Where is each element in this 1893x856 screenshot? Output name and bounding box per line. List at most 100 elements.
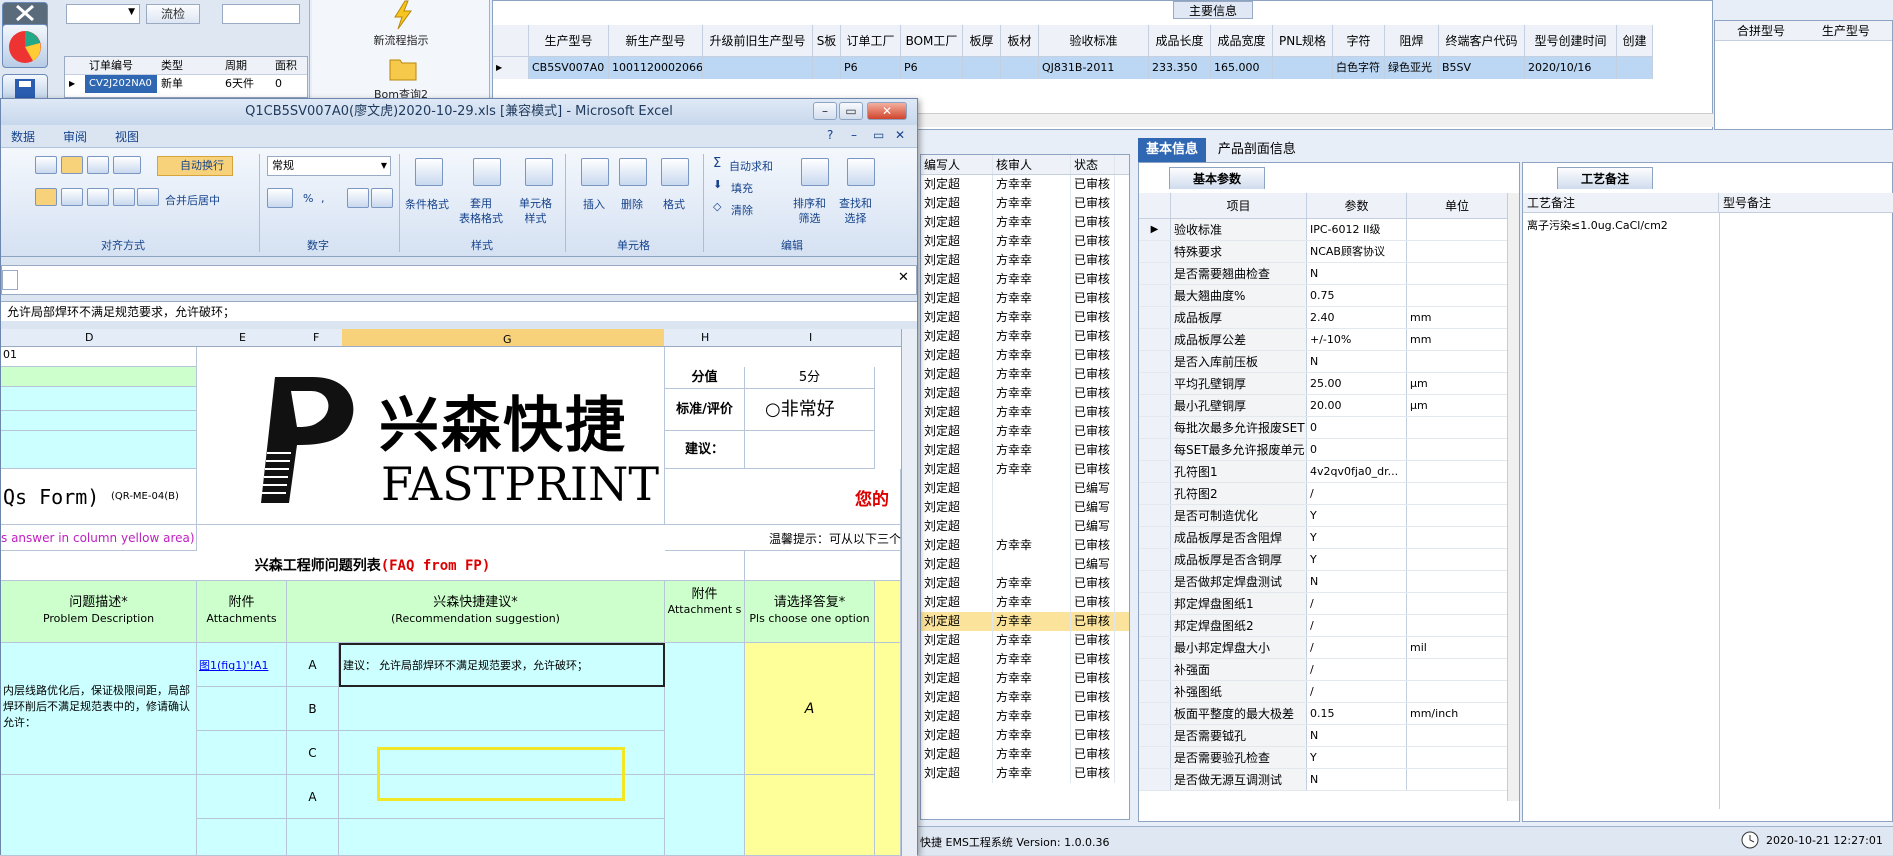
list-item[interactable]: 刘定超 方幸幸 已审核 [921, 688, 1129, 707]
list-item[interactable]: 刘定超 方幸幸 已审核 [921, 308, 1129, 327]
param-unit[interactable] [1407, 527, 1507, 548]
table-row[interactable]: 孔符图1 4v2qv0fja0_dr... [1139, 461, 1507, 483]
col-header[interactable]: BOM工厂 [901, 25, 963, 56]
list-item[interactable]: 刘定超 方幸幸 已审核 [921, 460, 1129, 479]
col-reviewer[interactable]: 核审人 [993, 155, 1071, 174]
suggestion-a-cell[interactable]: 建议： 允许局部焊环不满足规范要求，允许破环； [339, 643, 665, 687]
param-unit[interactable]: mm [1407, 329, 1507, 350]
table-row[interactable]: 是否需要钺孔 N [1139, 725, 1507, 747]
col-header[interactable]: 升级前旧生产型号 [703, 25, 813, 56]
cell-styles-button[interactable]: 单元格 样式 [519, 196, 552, 226]
table-row[interactable]: 特殊要求 NCAB顾客协议 [1139, 241, 1507, 263]
table-row[interactable]: 最大翘曲度% 0.75 [1139, 285, 1507, 307]
col-param[interactable]: 参数 [1307, 193, 1407, 218]
cell[interactable]: 温馨提示：可从以下三个 [665, 525, 901, 551]
table-row[interactable]: 补强面 / [1139, 659, 1507, 681]
minimize-icon[interactable]: – [813, 102, 837, 120]
cell[interactable] [745, 551, 901, 581]
cell[interactable] [875, 643, 901, 856]
tab-data[interactable]: 数据 [11, 128, 35, 145]
conditional-format-button[interactable]: 条件格式 [405, 196, 449, 212]
problem-description-cell[interactable]: 内层线路优化后，保证极限间距，局部焊环削后不满足规范表中的，修请确认允许： [1, 643, 197, 775]
clear-button[interactable]: 清除 [731, 202, 753, 218]
table-row[interactable]: 最小孔壁铜厚 20.00 μm [1139, 395, 1507, 417]
list-item[interactable]: 刘定超 方幸幸 已审核 [921, 764, 1129, 783]
percent-icon[interactable]: % [303, 192, 313, 205]
fill-down-icon[interactable]: ⬇ [713, 178, 722, 191]
table-row[interactable]: 成品板厚 2.40 mm [1139, 307, 1507, 329]
align-center-icon[interactable] [61, 188, 83, 206]
list-item[interactable]: 刘定超 方幸幸 已审核 [921, 650, 1129, 669]
col-g[interactable]: G [342, 329, 664, 346]
param-unit[interactable] [1407, 263, 1507, 284]
table-row[interactable]: ▶ 验收标准 IPC-6012 II级 [1139, 219, 1507, 241]
align-middle-icon[interactable] [61, 156, 83, 174]
cell[interactable]: s answer in column yellow area) [1, 525, 197, 551]
query-button[interactable]: 流检 [146, 4, 200, 24]
sigma-icon[interactable]: Σ [713, 156, 721, 171]
param-unit[interactable] [1407, 483, 1507, 504]
align-top-icon[interactable] [35, 156, 57, 174]
param-value[interactable]: 2.40 [1307, 307, 1407, 328]
score-value[interactable]: 5分 [745, 367, 875, 389]
table-row[interactable]: 是否做邦定焊盘测试 N [1139, 571, 1507, 593]
attachment-link[interactable]: 图1(fig1)'!A1 [197, 643, 287, 687]
table-row[interactable]: 是否做无源互调测试 N [1139, 769, 1507, 791]
table-row[interactable]: 成品板厚是否含铜厚 Y [1139, 549, 1507, 571]
format-icon[interactable] [661, 158, 689, 186]
list-item[interactable]: 刘定超 方幸幸 已审核 [921, 346, 1129, 365]
answer-cell[interactable]: A [745, 643, 875, 775]
col-header[interactable]: 生产型号 [529, 25, 609, 56]
decrease-indent-icon[interactable] [113, 188, 135, 206]
col-i[interactable]: I [809, 331, 812, 344]
param-unit[interactable] [1407, 615, 1507, 636]
param-unit[interactable] [1407, 681, 1507, 702]
find-select-icon[interactable] [847, 158, 875, 186]
tab-profile-info[interactable]: 产品剖面信息 [1210, 138, 1304, 162]
suggest-input-cell[interactable] [745, 431, 875, 469]
comma-icon[interactable]: , [321, 192, 325, 205]
list-item[interactable]: 刘定超 方幸幸 已审核 [921, 574, 1129, 593]
col-header[interactable]: 创建 [1617, 25, 1653, 56]
param-value[interactable]: IPC-6012 II级 [1307, 219, 1407, 240]
param-unit[interactable] [1407, 505, 1507, 526]
align-bottom-icon[interactable] [87, 156, 109, 174]
col-header[interactable]: 成品长度 [1149, 25, 1211, 56]
col-header[interactable]: 订单工厂 [841, 25, 901, 56]
param-value[interactable]: Y [1307, 549, 1407, 570]
param-value[interactable]: / [1307, 483, 1407, 504]
list-item[interactable]: 刘定超 方幸幸 已审核 [921, 365, 1129, 384]
param-unit[interactable] [1407, 549, 1507, 570]
list-item[interactable]: 刘定超 已编写 [921, 517, 1129, 536]
sort-filter-icon[interactable] [801, 158, 829, 186]
tab-view[interactable]: 视图 [115, 128, 139, 145]
list-item[interactable]: 刘定超 已编写 [921, 498, 1129, 517]
merge-center-button[interactable]: 合并后居中 [165, 192, 220, 208]
table-row[interactable]: 邦定焊盘图纸2/ [1139, 615, 1507, 637]
table-row[interactable]: ▶ CB5SV007A0 10011200020663 P6 P6 QJ831B… [493, 57, 1653, 79]
param-value[interactable]: N [1307, 769, 1407, 790]
align-right-icon[interactable] [87, 188, 109, 206]
col-status[interactable]: 状态 [1071, 155, 1115, 174]
list-item[interactable]: 刘定超 方幸幸 已审核 [921, 593, 1129, 612]
param-unit[interactable] [1407, 747, 1507, 768]
name-box[interactable] [2, 270, 18, 290]
help-icon[interactable]: ? [827, 128, 833, 142]
param-value[interactable]: 20.00 [1307, 395, 1407, 416]
param-unit[interactable] [1407, 219, 1507, 240]
cell[interactable] [197, 775, 287, 819]
tab-basic-params[interactable]: 基本参数 [1169, 167, 1265, 189]
param-unit[interactable]: mil [1407, 637, 1507, 658]
vertical-scrollbar[interactable] [1507, 193, 1519, 801]
review-list[interactable]: 编写人 核审人 状态 刘定超 方幸幸 已审核 刘定超 方幸幸 已审核 刘定超 方幸幸 已审核 刘定… [920, 154, 1130, 820]
param-unit[interactable] [1407, 593, 1507, 614]
list-item[interactable]: 刘定超 方幸幸 已审核 [921, 270, 1129, 289]
list-item[interactable]: 刘定超 方幸幸 已审核 [921, 251, 1129, 270]
list-item[interactable]: 刘定超 方幸幸 已审核 [921, 631, 1129, 650]
format-as-table-icon[interactable] [473, 158, 501, 186]
search-input[interactable] [222, 4, 300, 24]
align-left-icon[interactable] [35, 188, 57, 206]
cell[interactable]: 您的 [665, 469, 901, 525]
param-value[interactable]: 0.15 [1307, 703, 1407, 724]
col-e[interactable]: E [239, 331, 246, 344]
